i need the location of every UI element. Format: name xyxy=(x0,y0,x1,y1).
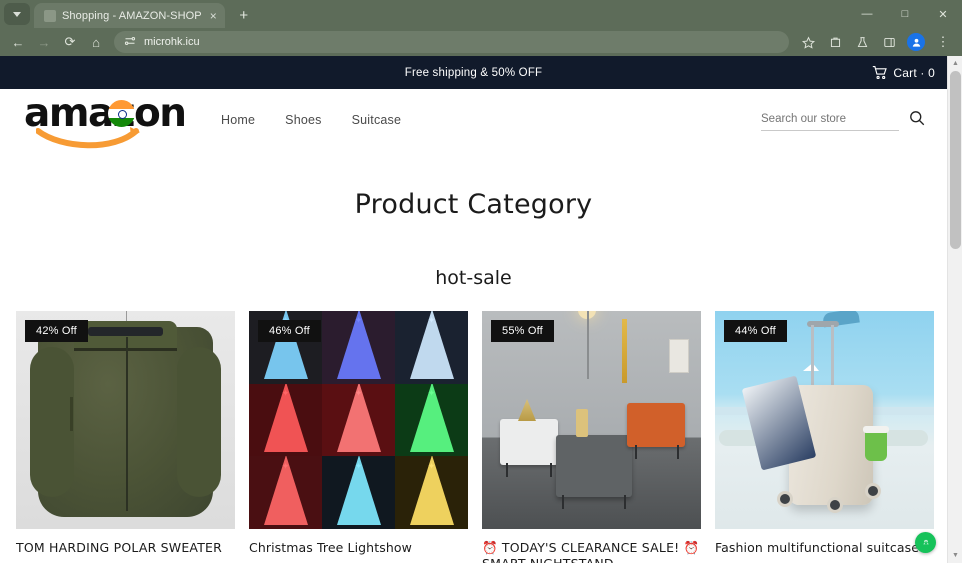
minimize-button[interactable]: — xyxy=(848,0,886,28)
product-image[interactable]: 42% Off xyxy=(16,311,235,529)
product-card[interactable]: 42% Off TOM HARDING POLAR SWEATER ₹ 1660… xyxy=(16,311,235,563)
shopping-cart-icon xyxy=(872,65,888,80)
product-card[interactable]: 46% Off ✦ ✦ ✦ ✦ ✦ ✦ ✦ ✦ ✦ xyxy=(249,311,468,563)
nav-item-suitcase[interactable]: Suitcase xyxy=(352,113,402,127)
search-input[interactable] xyxy=(761,113,899,125)
discount-badge: 42% Off xyxy=(25,320,88,342)
search-field-wrapper[interactable] xyxy=(761,109,899,131)
profile-avatar[interactable] xyxy=(907,33,925,51)
scroll-up-arrow[interactable]: ▲ xyxy=(948,56,962,71)
search-icon[interactable] xyxy=(909,110,925,131)
url-text: microhk.icu xyxy=(144,36,200,48)
page-scrollbar[interactable]: ▲ ▼ xyxy=(947,56,962,563)
product-grid: 42% Off TOM HARDING POLAR SWEATER ₹ 1660… xyxy=(0,311,947,563)
india-flag-icon xyxy=(108,100,135,127)
close-icon[interactable]: × xyxy=(208,10,219,22)
nightstand-artwork xyxy=(482,311,701,529)
cart-button[interactable]: Cart · 0 xyxy=(872,56,935,89)
web-page: Free shipping & 50% OFF Cart · 0 amazon xyxy=(0,56,947,563)
product-title[interactable]: ⏰ TODAY'S CLEARANCE SALE! ⏰ SMART NIGHTS… xyxy=(482,540,701,563)
home-button[interactable]: ⌂ xyxy=(84,31,108,53)
tab-search-button[interactable] xyxy=(4,3,30,25)
product-card[interactable]: 44% Off Fashion multifunctional suitcase xyxy=(715,311,934,563)
main-nav: Home Shoes Suitcase xyxy=(221,113,401,127)
discount-badge: 44% Off xyxy=(724,320,787,342)
site-header: amazon Home Shoes Suitcase xyxy=(0,89,947,151)
download-widget[interactable] xyxy=(915,532,936,553)
window-controls: — □ ✕ xyxy=(848,0,962,28)
sweater-artwork xyxy=(16,311,235,529)
nav-item-home[interactable]: Home xyxy=(221,113,255,127)
product-image[interactable]: 44% Off xyxy=(715,311,934,529)
product-title[interactable]: TOM HARDING POLAR SWEATER xyxy=(16,540,235,556)
page-content: Product Category hot-sale 42% Off TOM HA… xyxy=(0,151,947,563)
reload-button[interactable]: ⟳ xyxy=(58,31,82,53)
new-tab-button[interactable]: + xyxy=(231,4,257,26)
search-area xyxy=(761,109,925,131)
discount-badge: 55% Off xyxy=(491,320,554,342)
suitcase-artwork xyxy=(715,311,934,529)
product-image[interactable]: 55% Off xyxy=(482,311,701,529)
product-title[interactable]: Fashion multifunctional suitcase xyxy=(715,540,934,556)
product-image[interactable]: 46% Off ✦ ✦ ✦ ✦ ✦ ✦ ✦ ✦ ✦ xyxy=(249,311,468,529)
promo-bar: Free shipping & 50% OFF Cart · 0 xyxy=(0,56,947,89)
nav-item-shoes[interactable]: Shoes xyxy=(285,113,321,127)
amazon-logo[interactable]: amazon xyxy=(24,94,187,149)
maximize-button[interactable]: □ xyxy=(886,0,924,28)
close-window-button[interactable]: ✕ xyxy=(924,0,962,28)
scroll-down-arrow[interactable]: ▼ xyxy=(948,548,962,563)
page-viewport: Free shipping & 50% OFF Cart · 0 amazon xyxy=(0,56,962,563)
tab-title: Shopping - AMAZON-SHOP xyxy=(62,9,202,22)
scrollbar-thumb[interactable] xyxy=(950,71,961,249)
amazon-smile-icon xyxy=(36,125,144,151)
tab-favicon xyxy=(44,9,56,22)
product-card[interactable]: 55% Off ⏰ TODAY'S CLEARANCE SALE! ⏰ xyxy=(482,311,701,563)
christmas-lights-artwork: ✦ ✦ ✦ ✦ ✦ ✦ ✦ ✦ ✦ xyxy=(249,311,468,529)
site-settings-icon[interactable] xyxy=(124,35,136,50)
cart-label: Cart · 0 xyxy=(893,65,935,80)
browser-toolbar: ← → ⟳ ⌂ microhk.icu ⋮ xyxy=(0,28,962,56)
star-icon[interactable] xyxy=(795,31,821,53)
back-button[interactable]: ← xyxy=(6,31,30,53)
discount-badge: 46% Off xyxy=(258,320,321,342)
toolbar-actions: ⋮ xyxy=(795,31,956,53)
browser-menu-button[interactable]: ⋮ xyxy=(930,31,956,53)
address-bar[interactable]: microhk.icu xyxy=(114,31,789,53)
extensions-icon[interactable] xyxy=(822,31,848,53)
flask-icon[interactable] xyxy=(849,31,875,53)
chevron-down-icon xyxy=(13,11,21,17)
product-title[interactable]: Christmas Tree Lightshow xyxy=(249,540,468,556)
browser-window: Shopping - AMAZON-SHOP × + — □ ✕ ← → ⟳ ⌂… xyxy=(0,0,962,563)
page-title: Product Category xyxy=(354,189,593,220)
side-panel-icon[interactable] xyxy=(876,31,902,53)
browser-tab[interactable]: Shopping - AMAZON-SHOP × xyxy=(34,3,225,28)
browser-titlebar: Shopping - AMAZON-SHOP × + — □ ✕ xyxy=(0,0,962,28)
promo-text: Free shipping & 50% OFF xyxy=(404,66,543,79)
forward-button[interactable]: → xyxy=(32,31,56,53)
section-title: hot-sale xyxy=(435,267,512,289)
